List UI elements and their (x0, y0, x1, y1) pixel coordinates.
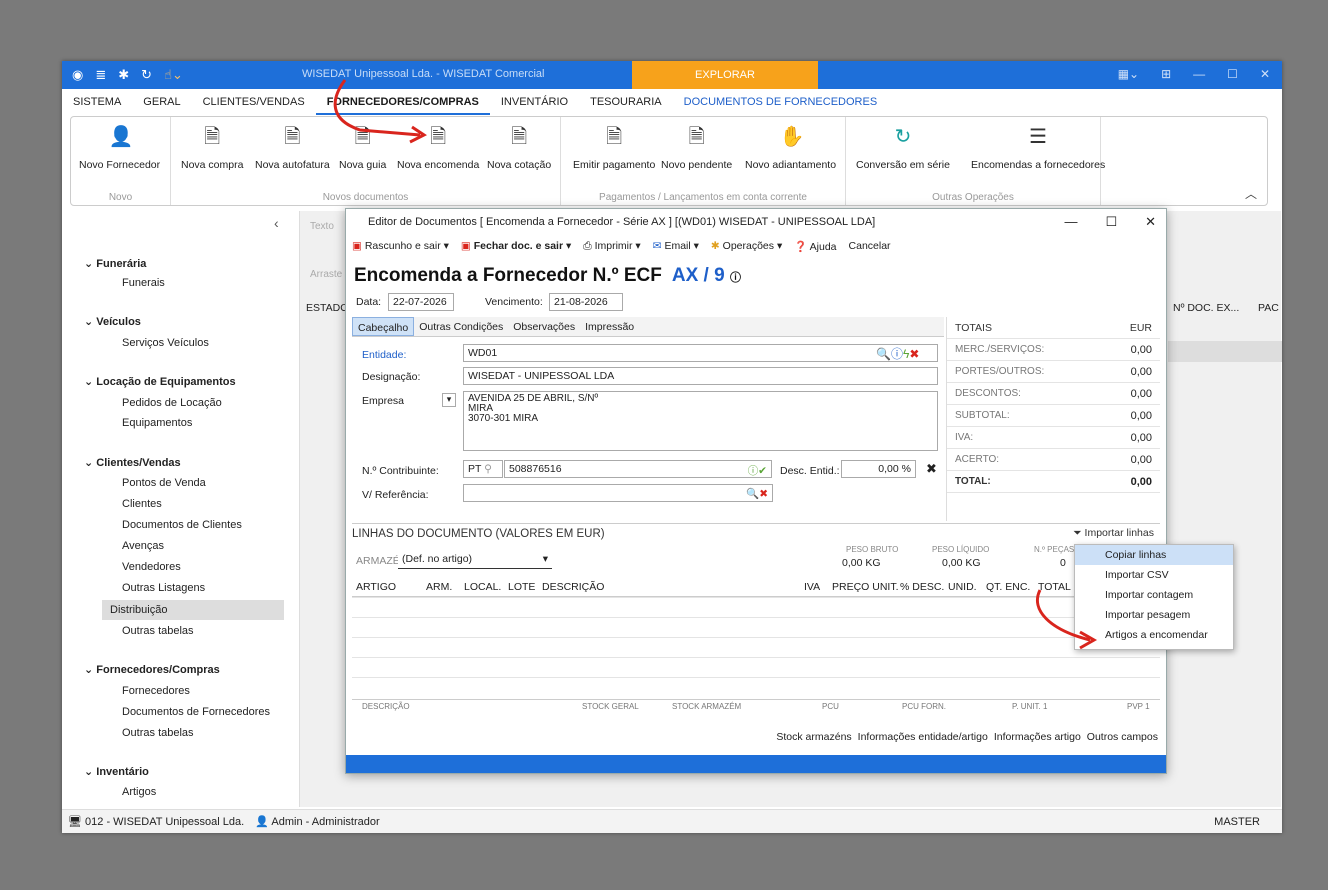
annotation-arrows (333, 79, 1098, 650)
annotation-arrow-ribbon (333, 79, 421, 137)
